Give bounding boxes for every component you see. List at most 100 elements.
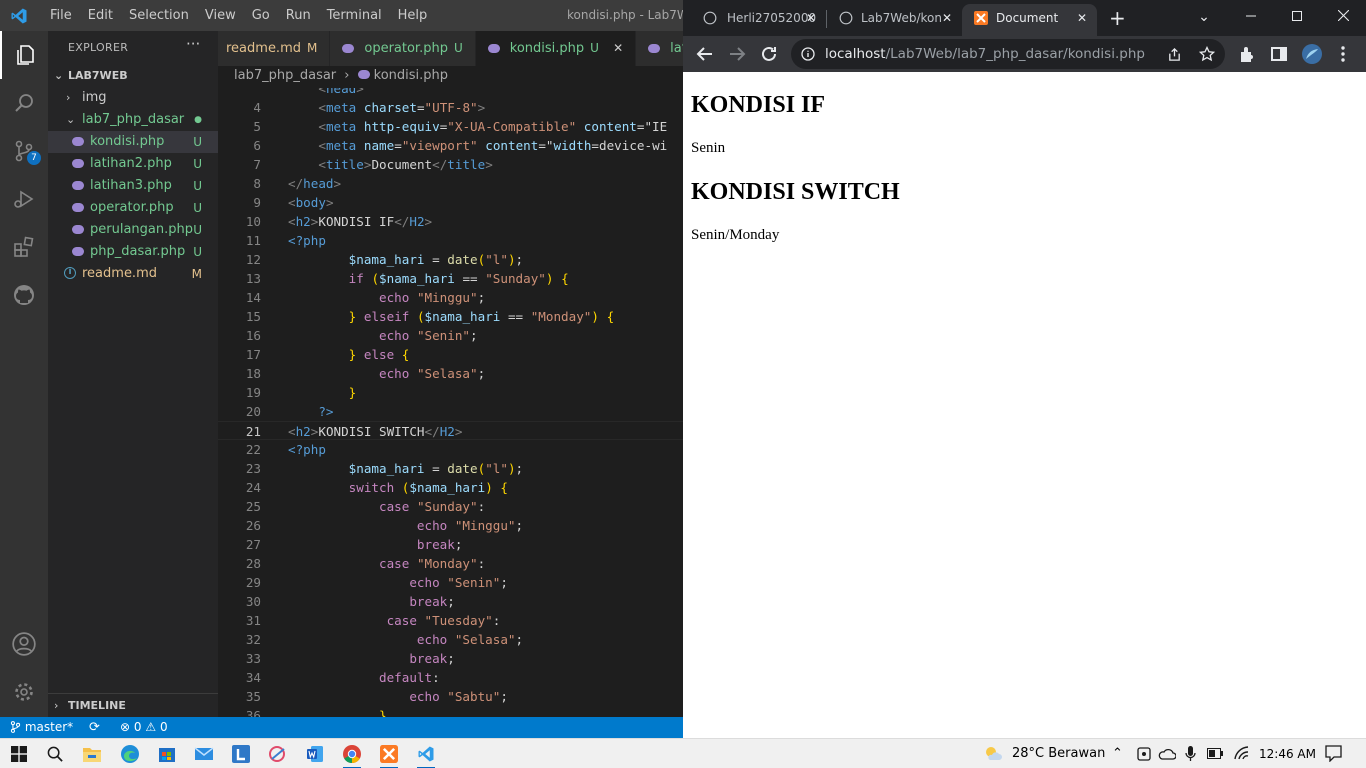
code-line[interactable]: 22 <?php [218, 440, 683, 459]
tree-file-perulangan[interactable]: perulangan.php U [48, 219, 218, 241]
breadcrumb-folder[interactable]: lab7_php_dasar [234, 68, 336, 83]
new-tab-button[interactable]: + [1109, 4, 1126, 32]
close-tab-button[interactable]: ✕ [1077, 4, 1087, 32]
tree-folder-lab7-php-dasar[interactable]: ⌄ lab7_php_dasar ● [48, 109, 218, 131]
bookmark-star-icon[interactable] [1199, 46, 1215, 62]
forward-button[interactable] [727, 44, 747, 64]
onedrive-icon[interactable] [1158, 747, 1176, 760]
code-line[interactable]: 5 <meta http-equiv="X-UA-Compatible" con… [218, 117, 683, 136]
menu-selection[interactable]: Selection [121, 0, 197, 31]
taskbar-vscode[interactable] [407, 739, 445, 768]
menu-file[interactable]: File [42, 0, 80, 31]
weather-icon[interactable] [983, 745, 1003, 763]
code-line[interactable]: 35 echo "Sabtu"; [218, 687, 683, 706]
browser-tab-lab7web[interactable]: Lab7Web/kon ✕ [827, 4, 962, 36]
maximize-button[interactable] [1274, 0, 1320, 36]
run-debug-activity[interactable] [0, 175, 48, 223]
info-icon[interactable] [801, 47, 815, 61]
code-line[interactable]: 19 } [218, 383, 683, 402]
kebab-menu-icon[interactable] [1333, 44, 1353, 64]
code-line[interactable]: 4 <head> [218, 88, 683, 98]
code-line[interactable]: 30 break; [218, 592, 683, 611]
close-tab-button[interactable]: ✕ [942, 4, 952, 32]
tree-file-latihan3[interactable]: latihan3.php U [48, 175, 218, 197]
code-line[interactable]: 34 default: [218, 668, 683, 687]
tab-operator[interactable]: operator.php U [330, 31, 476, 66]
code-line[interactable]: 32 echo "Selasa"; [218, 630, 683, 649]
code-line[interactable]: 7 <title>Document</title> [218, 155, 683, 174]
menu-terminal[interactable]: Terminal [319, 0, 390, 31]
code-line[interactable]: 17 } else { [218, 345, 683, 364]
code-line[interactable]: 36 } [218, 706, 683, 717]
more-actions-button[interactable]: ··· [186, 35, 200, 53]
workspace-root[interactable]: ⌄ LAB7WEB [48, 65, 218, 87]
taskbar-chrome[interactable] [333, 739, 371, 768]
battery-icon[interactable] [1207, 748, 1223, 759]
problems-status[interactable]: ⊗ 0 ⚠ 0 [120, 717, 168, 738]
code-line[interactable]: 27 break; [218, 535, 683, 554]
clock[interactable]: 12:46 AM [1259, 739, 1316, 768]
address-bar[interactable]: localhost/Lab7Web/lab7_php_dasar/kondisi… [791, 39, 1225, 69]
tab-close-button[interactable]: ✕ [613, 41, 623, 55]
sync-icon[interactable]: ⟳ [89, 717, 100, 738]
taskbar-snip-app[interactable] [259, 739, 297, 768]
menu-go[interactable]: Go [244, 0, 278, 31]
github-activity[interactable] [0, 271, 48, 319]
extensions-activity[interactable] [0, 223, 48, 271]
close-tab-button[interactable]: ✕ [806, 4, 816, 32]
code-line[interactable]: 12 $nama_hari = date("l"); [218, 250, 683, 269]
code-line[interactable]: 26 echo "Minggu"; [218, 516, 683, 535]
code-line[interactable]: 13 if ($nama_hari == "Sunday") { [218, 269, 683, 288]
menu-run[interactable]: Run [278, 0, 319, 31]
code-line[interactable]: 24 switch ($nama_hari) { [218, 478, 683, 497]
code-line[interactable]: 16 echo "Senin"; [218, 326, 683, 345]
tree-file-latihan2[interactable]: latihan2.php U [48, 153, 218, 175]
taskbar-edge[interactable] [111, 739, 149, 768]
microphone-icon[interactable] [1185, 746, 1196, 762]
extensions-icon[interactable] [1237, 44, 1257, 64]
tree-file-kondisi[interactable]: kondisi.php U [48, 131, 218, 153]
notifications-icon[interactable] [1325, 745, 1342, 762]
code-line[interactable]: 28 case "Monday": [218, 554, 683, 573]
code-line[interactable]: 4 <meta charset="UTF-8"> [218, 98, 683, 117]
search-activity[interactable] [0, 79, 48, 127]
explorer-activity[interactable] [0, 31, 48, 79]
tab-kondisi[interactable]: kondisi.php U ✕ [475, 31, 637, 66]
minimize-button[interactable] [1228, 0, 1274, 36]
tab-readme[interactable]: readme.md M [218, 31, 331, 66]
taskbar-file-explorer[interactable] [73, 739, 111, 768]
code-line[interactable]: 11 <?php [218, 231, 683, 250]
tree-file-php-dasar[interactable]: php_dasar.php U [48, 241, 218, 263]
code-line[interactable]: 8 </head> [218, 174, 683, 193]
code-line[interactable]: 23 $nama_hari = date("l"); [218, 459, 683, 478]
share-icon[interactable] [1167, 47, 1182, 62]
back-button[interactable] [695, 44, 715, 64]
code-line[interactable]: 14 echo "Minggu"; [218, 288, 683, 307]
code-line[interactable]: 25 case "Sunday": [218, 497, 683, 516]
taskbar-word[interactable] [296, 739, 334, 768]
tree-folder-img[interactable]: › img [48, 87, 218, 109]
timeline-section[interactable]: › TIMELINE [48, 693, 218, 717]
side-panel-icon[interactable] [1269, 44, 1289, 64]
taskbar-xampp[interactable] [370, 739, 408, 768]
close-window-button[interactable] [1320, 0, 1366, 36]
branch-status[interactable]: master* [10, 717, 73, 738]
tree-file-readme[interactable]: i readme.md M [48, 263, 218, 285]
weather-text[interactable]: 28°C Berawan [1012, 739, 1105, 768]
search-button[interactable] [36, 739, 74, 768]
chevron-up-icon[interactable]: ⌃ [1112, 739, 1123, 768]
code-line[interactable]: 9 <body> [218, 193, 683, 212]
menu-edit[interactable]: Edit [80, 0, 121, 31]
taskbar-l-app[interactable] [222, 739, 260, 768]
code-line[interactable]: 18 echo "Selasa"; [218, 364, 683, 383]
menu-view[interactable]: View [197, 0, 244, 31]
browser-tab-document[interactable]: Document ✕ [962, 4, 1097, 36]
reload-button[interactable] [759, 44, 779, 64]
code-line[interactable]: 29 echo "Senin"; [218, 573, 683, 592]
code-line[interactable]: 6 <meta name="viewport" content="width=d… [218, 136, 683, 155]
profile-avatar[interactable] [1302, 44, 1322, 64]
code-line[interactable]: 15 } elseif ($nama_hari == "Monday") { [218, 307, 683, 326]
code-line[interactable]: 21 <h2>KONDISI SWITCH</H2> [218, 421, 683, 440]
taskbar-store[interactable] [148, 739, 186, 768]
code-editor[interactable]: 4 <head>4 <meta charset="UTF-8">5 <meta … [218, 88, 683, 717]
